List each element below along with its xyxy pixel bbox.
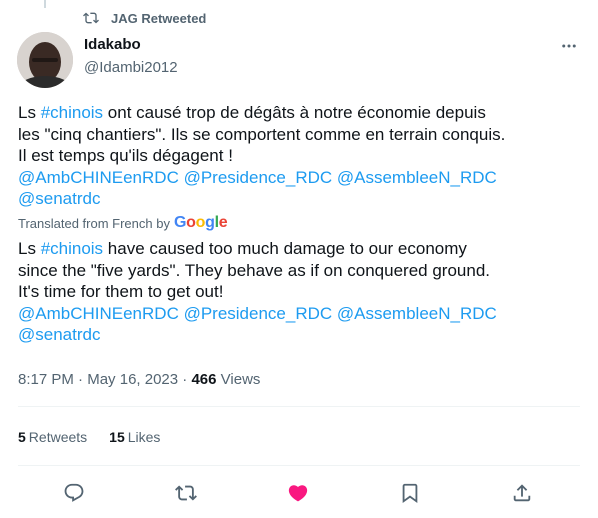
retweet-icon: [83, 12, 99, 24]
hashtag-link[interactable]: #chinois: [41, 239, 103, 258]
text-fragment: ont causé trop de dégâts à notre économi…: [103, 103, 486, 122]
text-line: It's time for them to get out!: [18, 282, 224, 302]
text-fragment: Ls: [18, 103, 41, 122]
google-logo: Google: [173, 214, 228, 231]
meta-separator: ·: [73, 370, 88, 388]
divider: [18, 465, 580, 466]
divider: [18, 406, 580, 407]
mention-links[interactable]: @AmbCHINEenRDC @Presidence_RDC @Assemble…: [18, 303, 588, 325]
tweet-original-text: Ls #chinois ont causé trop de dégâts à n…: [18, 102, 588, 210]
avatar[interactable]: [17, 32, 73, 88]
translation-attribution[interactable]: Translated from French by Google: [18, 214, 228, 232]
more-options-button[interactable]: [556, 36, 582, 56]
reply-button[interactable]: [59, 478, 89, 508]
bookmark-button[interactable]: [395, 478, 425, 508]
author-name[interactable]: Idakabo: [84, 36, 141, 53]
retweet-label: JAG Retweeted: [111, 10, 207, 26]
tweet-date[interactable]: May 16, 2023: [87, 371, 178, 388]
reply-icon: [64, 483, 84, 502]
meta-separator: ·: [178, 370, 192, 388]
thread-connector-line: [44, 0, 46, 8]
likes-count: 15: [109, 429, 125, 445]
action-bar: [0, 478, 598, 508]
text-line: les "cinq chantiers". Ils se comportent …: [18, 124, 506, 144]
retweet-icon: [175, 485, 197, 501]
mention-link[interactable]: @senatrdc: [18, 324, 588, 346]
retweet-context[interactable]: JAG Retweeted: [83, 9, 206, 27]
translation-label: Translated from French by: [18, 215, 170, 231]
more-icon: [562, 44, 576, 48]
text-fragment: Ls: [18, 239, 41, 258]
text-line: Ls #chinois have caused too much damage …: [18, 238, 588, 260]
like-button[interactable]: [283, 478, 313, 508]
mention-link[interactable]: @senatrdc: [18, 188, 588, 210]
tweet-time[interactable]: 8:17 PM: [18, 371, 74, 388]
tweet-meta: 8:17 PM · May 16, 2023 · 466 Views: [18, 368, 260, 390]
retweets-count: 5: [18, 429, 26, 445]
share-button[interactable]: [507, 478, 537, 508]
views-label: Views: [216, 370, 261, 388]
text-line: Ls #chinois ont causé trop de dégâts à n…: [18, 102, 588, 124]
heart-icon: [288, 485, 308, 502]
tweet-translated-text: Ls #chinois have caused too much damage …: [18, 238, 588, 346]
retweets-label: Retweets: [28, 429, 88, 445]
share-icon: [513, 484, 531, 502]
text-line: since the "five yards". They behave as i…: [18, 260, 490, 280]
text-fragment: have caused too much damage to our econo…: [103, 239, 467, 258]
avatar-photo: [17, 32, 73, 88]
engagement-stats: 5 Retweets 15 Likes: [18, 427, 182, 447]
likes-label: Likes: [127, 429, 161, 445]
hashtag-link[interactable]: #chinois: [41, 103, 103, 122]
retweet-button[interactable]: [171, 478, 201, 508]
text-line: Il est temps qu'ils dégagent !: [18, 146, 233, 166]
retweets-stat[interactable]: 5 Retweets: [18, 429, 87, 445]
mention-links[interactable]: @AmbCHINEenRDC @Presidence_RDC @Assemble…: [18, 167, 588, 189]
likes-stat[interactable]: 15 Likes: [109, 429, 160, 445]
views-count: 466: [191, 370, 217, 388]
author-handle[interactable]: @Idambi2012: [84, 59, 178, 76]
bookmark-icon: [402, 483, 418, 504]
